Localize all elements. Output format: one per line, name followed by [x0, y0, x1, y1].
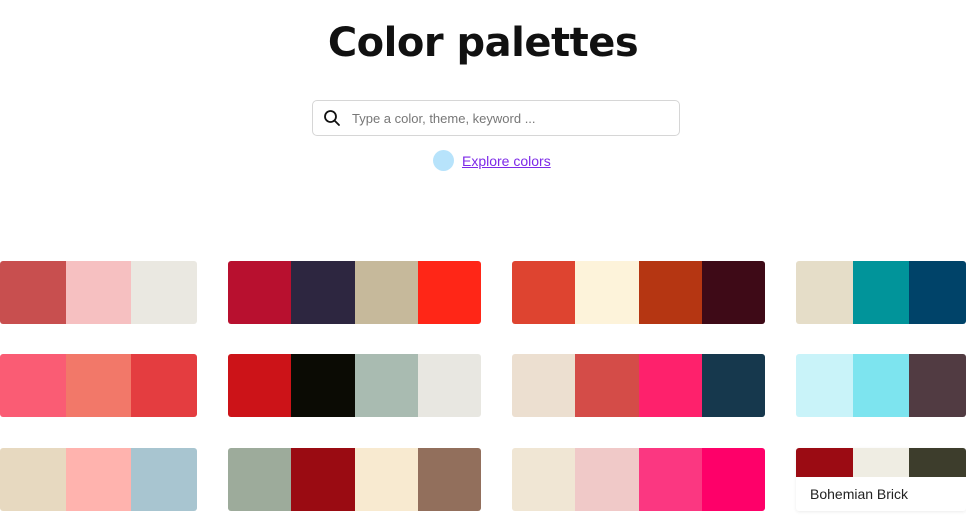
- palette[interactable]: [0, 261, 197, 324]
- color-swatch[interactable]: [0, 354, 66, 417]
- explore-colors-link[interactable]: Explore colors: [462, 153, 551, 169]
- color-swatch[interactable]: [701, 354, 765, 417]
- color-swatch[interactable]: [131, 354, 197, 417]
- palette[interactable]: [0, 354, 197, 417]
- palette[interactable]: [0, 448, 197, 511]
- palette-swatches: [796, 448, 966, 477]
- palette[interactable]: [512, 354, 765, 417]
- color-swatch[interactable]: [291, 261, 355, 324]
- color-swatch[interactable]: [228, 448, 292, 511]
- search-input[interactable]: [350, 109, 674, 127]
- color-swatch[interactable]: [512, 448, 576, 511]
- color-swatch[interactable]: [852, 354, 910, 417]
- color-swatch[interactable]: [701, 448, 765, 511]
- explore-colors[interactable]: Explore colors: [433, 150, 551, 171]
- palette[interactable]: [512, 261, 765, 324]
- color-swatch[interactable]: [638, 354, 702, 417]
- color-swatch[interactable]: [575, 261, 639, 324]
- explore-color-dot: [433, 150, 454, 171]
- color-swatch[interactable]: [512, 354, 576, 417]
- color-swatch[interactable]: [796, 354, 853, 417]
- palette-card-hovered[interactable]: Bohemian Brick: [796, 448, 966, 511]
- color-swatch[interactable]: [354, 354, 418, 417]
- color-swatch[interactable]: [354, 261, 418, 324]
- color-swatch[interactable]: [638, 448, 702, 511]
- color-swatch[interactable]: [131, 448, 197, 511]
- color-swatch[interactable]: [417, 354, 481, 417]
- color-swatch[interactable]: [575, 354, 639, 417]
- palette[interactable]: [512, 448, 765, 511]
- color-swatch[interactable]: [852, 261, 910, 324]
- color-swatch[interactable]: [354, 448, 418, 511]
- color-swatch[interactable]: [131, 261, 197, 324]
- color-swatch[interactable]: [65, 261, 132, 324]
- palette[interactable]: [228, 354, 481, 417]
- color-swatch[interactable]: [228, 261, 292, 324]
- color-swatch[interactable]: [65, 448, 132, 511]
- color-swatch[interactable]: [575, 448, 639, 511]
- color-swatch[interactable]: [638, 261, 702, 324]
- color-swatch[interactable]: [291, 354, 355, 417]
- color-swatch[interactable]: [701, 261, 765, 324]
- color-swatch[interactable]: [0, 448, 66, 511]
- color-swatch[interactable]: [512, 261, 576, 324]
- palette[interactable]: [796, 261, 966, 324]
- color-swatch[interactable]: [852, 448, 910, 477]
- palette[interactable]: [228, 261, 481, 324]
- color-swatch[interactable]: [909, 354, 966, 417]
- page-title: Color palettes: [327, 20, 639, 66]
- color-swatch[interactable]: [417, 448, 481, 511]
- color-swatch[interactable]: [796, 448, 853, 477]
- color-swatch[interactable]: [909, 261, 966, 324]
- color-swatch[interactable]: [0, 261, 66, 324]
- color-palettes-page: Color palettes Explore colors Bohemian B…: [0, 0, 966, 530]
- color-swatch[interactable]: [417, 261, 481, 324]
- color-swatch[interactable]: [65, 354, 132, 417]
- search-icon: [322, 108, 342, 128]
- color-swatch[interactable]: [796, 261, 853, 324]
- color-swatch[interactable]: [909, 448, 966, 477]
- palette[interactable]: [228, 448, 481, 511]
- color-swatch[interactable]: [228, 354, 292, 417]
- color-swatch[interactable]: [291, 448, 355, 511]
- search-box[interactable]: [312, 100, 680, 136]
- palette-name: Bohemian Brick: [810, 486, 909, 502]
- palette[interactable]: [796, 354, 966, 417]
